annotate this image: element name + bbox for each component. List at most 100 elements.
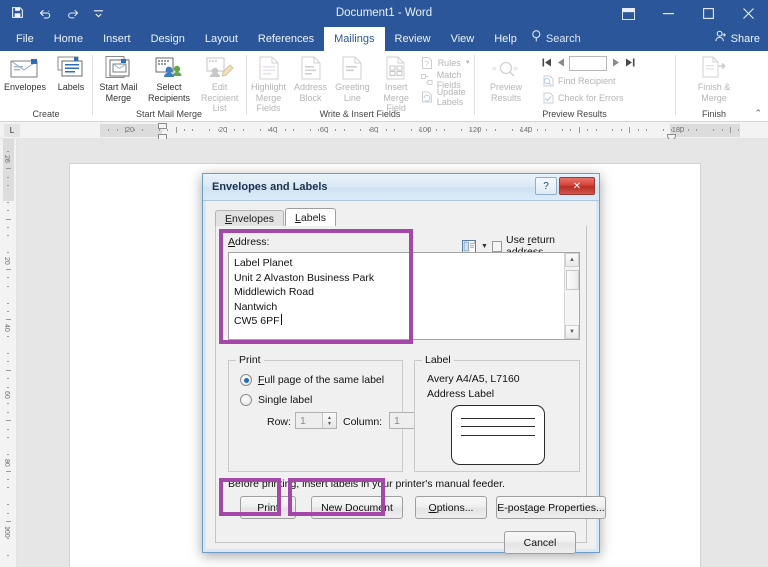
single-label-radio-row[interactable]: Single label xyxy=(240,394,312,406)
row-spinner[interactable]: 1 ▲ ▼ xyxy=(295,412,337,429)
print-button[interactable]: Print xyxy=(240,496,296,519)
dialog-tab-envelopes[interactable]: Envelopes xyxy=(215,210,285,227)
envelopes-button[interactable]: Envelopes xyxy=(0,53,50,94)
label-product: Address Label xyxy=(427,388,495,400)
row-spinner-arrows[interactable]: ▲ ▼ xyxy=(322,413,336,428)
spinner-down-icon[interactable]: ▼ xyxy=(327,421,332,427)
dialog-body: Envelopes Labels Address: ▼ Use return a… xyxy=(206,202,606,554)
ribbon-display-options-icon[interactable] xyxy=(608,0,648,27)
start-mail-merge-button[interactable]: Start Mail Merge xyxy=(93,53,144,104)
tab-home[interactable]: Home xyxy=(44,27,93,51)
print-group-caption: Print xyxy=(236,354,264,366)
check-errors-icon xyxy=(541,91,554,104)
person-add-icon xyxy=(715,27,727,51)
tab-design[interactable]: Design xyxy=(141,27,195,51)
preview-results-button: «» Preview Results xyxy=(475,53,537,104)
row-label: Row: xyxy=(267,416,291,428)
full-page-radio-row[interactable]: Full page of the same label xyxy=(240,374,384,386)
e-postage-button-label: E-postage Properties... xyxy=(497,501,605,514)
tab-help[interactable]: Help xyxy=(484,27,527,51)
minimize-icon[interactable] xyxy=(648,0,688,27)
labels-button[interactable]: Labels xyxy=(50,53,92,94)
column-value: 1 xyxy=(394,414,400,427)
search-icon xyxy=(531,27,542,51)
tab-review[interactable]: Review xyxy=(385,27,441,51)
address-block-icon xyxy=(300,54,322,80)
tab-mailings[interactable]: Mailings xyxy=(324,27,385,51)
options-button[interactable]: Options... xyxy=(415,496,487,519)
match-fields-button: Match Fields xyxy=(419,70,473,90)
e-postage-properties-button[interactable]: E-postage Properties... xyxy=(496,496,606,519)
row-value: 1 xyxy=(300,414,306,427)
group-label-start-mail-merge: Start Mail Merge xyxy=(135,109,203,119)
window-controls xyxy=(608,0,768,27)
address-scrollbar[interactable]: ▲ ▼ xyxy=(564,253,579,339)
horizontal-ruler[interactable]: L 20 20 40 60 80 100 120 140 180 xyxy=(0,122,768,140)
tab-layout[interactable]: Layout xyxy=(195,27,248,51)
scroll-down-icon[interactable]: ▼ xyxy=(565,325,579,339)
share-button[interactable]: Share xyxy=(715,27,760,51)
search-box[interactable]: Search xyxy=(527,27,591,51)
use-return-address-checkbox[interactable] xyxy=(491,240,502,252)
dialog-tab-envelopes-rest: nvelopes xyxy=(232,213,275,225)
full-page-radio[interactable] xyxy=(240,374,252,386)
ribbon-group-create: Envelopes Labels Create xyxy=(0,51,92,122)
tab-stop-selector[interactable]: L xyxy=(4,124,20,137)
last-record-icon[interactable] xyxy=(624,58,635,69)
tab-references[interactable]: References xyxy=(248,27,324,51)
mail-merge-icon xyxy=(103,54,133,80)
new-document-button[interactable]: New Document xyxy=(311,496,403,519)
address-book-dropdown-icon[interactable]: ▼ xyxy=(481,243,488,250)
single-label-radio[interactable] xyxy=(240,394,252,406)
address-block-label: Address Block xyxy=(294,82,328,103)
next-record-icon[interactable] xyxy=(610,58,621,69)
address-textarea[interactable]: Label Planet Unit 2 Alvaston Business Pa… xyxy=(228,252,580,340)
print-group: Print Full page of the same label Single… xyxy=(228,354,431,472)
first-record-icon[interactable] xyxy=(541,58,552,69)
labels-label: Labels xyxy=(57,82,85,92)
group-label-create: Create xyxy=(32,109,60,119)
cancel-button-label: Cancel xyxy=(523,536,557,549)
maximize-icon[interactable] xyxy=(688,0,728,27)
finish-and-merge-label: Finish & Merge xyxy=(697,82,731,103)
tab-view[interactable]: View xyxy=(441,27,485,51)
greeting-line-button: Greeting Line xyxy=(331,53,374,104)
dialog-tab-labels[interactable]: Labels xyxy=(285,208,336,227)
collapse-ribbon-icon[interactable]: ⌃ xyxy=(754,108,762,119)
preview-navigation: Find Recipient Check for Errors xyxy=(537,53,637,107)
tab-file[interactable]: File xyxy=(6,27,44,51)
ribbon-group-start-mail-merge: Start Mail Merge Select Recipients Edit … xyxy=(93,51,245,122)
match-fields-icon xyxy=(420,74,433,87)
address-block-button: Address Block xyxy=(290,53,331,104)
scroll-up-icon[interactable]: ▲ xyxy=(565,253,579,267)
ribbon-group-write-insert-fields: Highlight Merge Fields Address Block Gre… xyxy=(247,51,473,122)
scrollbar-thumb[interactable] xyxy=(566,270,579,290)
find-recipient-label: Find Recipient xyxy=(558,75,616,86)
text-caret xyxy=(280,314,282,326)
dialog-close-button[interactable]: ✕ xyxy=(559,177,595,195)
svg-text:«: « xyxy=(492,63,497,73)
address-value: Label Planet Unit 2 Alvaston Business Pa… xyxy=(234,257,375,328)
label-preview[interactable] xyxy=(451,405,545,465)
finish-merge-icon xyxy=(700,54,728,80)
new-document-button-label: New Document xyxy=(321,501,393,514)
cancel-button[interactable]: Cancel xyxy=(504,531,576,554)
vertical-ruler[interactable]: 20 20 40 60 80 100 xyxy=(0,139,17,567)
previous-record-icon[interactable] xyxy=(555,58,566,69)
vruler-margin-top xyxy=(3,139,14,201)
close-icon[interactable] xyxy=(728,0,768,27)
address-text: Label Planet Unit 2 Alvaston Business Pa… xyxy=(234,256,561,329)
greeting-line-label: Greeting Line xyxy=(335,82,370,103)
tab-insert[interactable]: Insert xyxy=(93,27,141,51)
single-label-label: Single label xyxy=(258,394,313,406)
select-recipients-button[interactable]: Select Recipients xyxy=(144,53,195,104)
label-group-caption: Label xyxy=(422,354,454,366)
address-label: Address: xyxy=(228,236,270,248)
edit-recipient-list-icon xyxy=(205,54,235,80)
ribbon-group-finish: Finish & Merge Finish xyxy=(676,51,752,122)
record-number-input[interactable] xyxy=(569,55,607,71)
dialog-title-bar[interactable]: Envelopes and Labels ? ✕ xyxy=(203,174,599,201)
help-button[interactable]: ? xyxy=(535,177,557,195)
full-page-label: Full page of the same label xyxy=(258,374,385,386)
address-book-icon[interactable] xyxy=(462,239,477,253)
